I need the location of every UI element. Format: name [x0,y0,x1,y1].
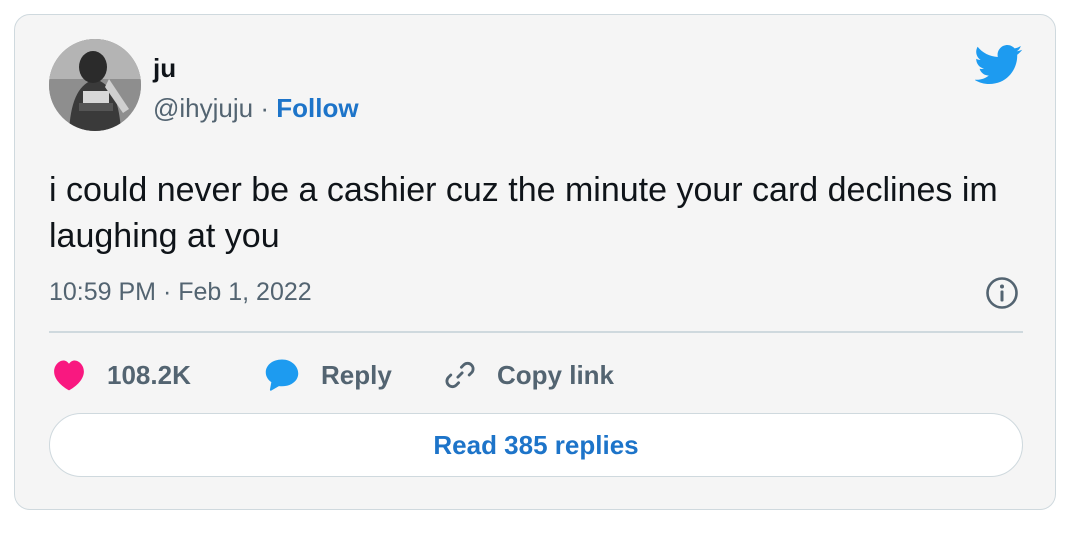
avatar[interactable] [49,39,141,131]
handle-separator: · [260,93,270,123]
like-button[interactable]: 108.2K [51,355,191,395]
info-icon[interactable] [985,276,1019,310]
reply-button[interactable]: Reply [263,355,392,395]
author-handle[interactable]: @ihyjuju [153,93,253,123]
tweet-timestamp[interactable]: 10:59 PM · Feb 1, 2022 [49,277,312,307]
read-replies-label: Read 385 replies [433,429,639,460]
tweet-embed-card: ju @ihyjuju · Follow i could never be a … [14,14,1056,510]
like-count: 108.2K [107,359,191,390]
tweet-text: i could never be a cashier cuz the minut… [49,171,998,255]
reply-label: Reply [321,359,392,390]
copy-link-label: Copy link [497,359,615,390]
link-icon [445,361,475,389]
read-replies-button[interactable]: Read 385 replies [49,413,1023,477]
author-name[interactable]: ju [153,53,176,83]
follow-link[interactable]: Follow [276,93,358,123]
speech-bubble-icon [265,359,299,391]
heart-icon [54,360,84,391]
twitter-bird-icon[interactable] [974,45,1023,85]
copy-link-button[interactable]: Copy link [443,355,614,395]
author-handle-line: @ihyjuju · Follow [153,93,359,123]
divider [49,331,1023,333]
avatar-photo [49,39,141,131]
